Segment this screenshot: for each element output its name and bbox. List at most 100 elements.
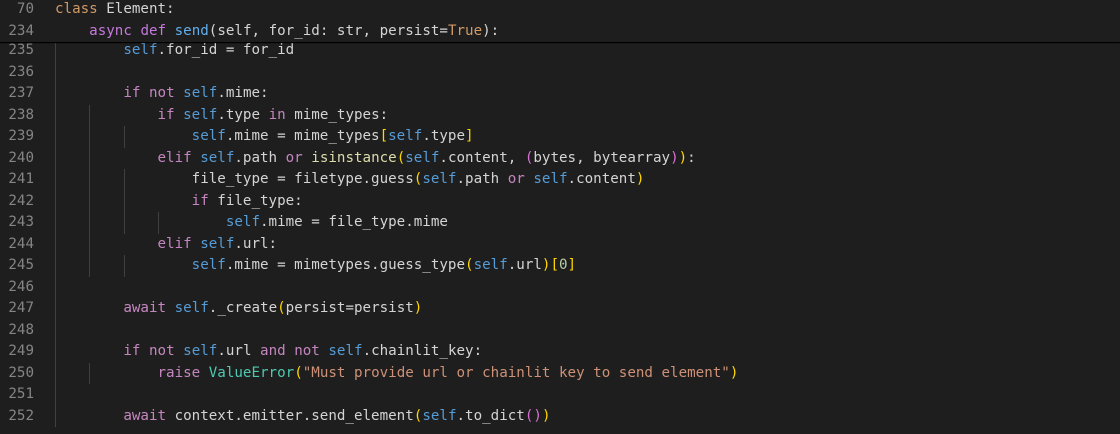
code-token: context.emitter.send_element	[166, 407, 414, 424]
code-token: in	[268, 106, 286, 123]
code-token: def	[140, 22, 167, 39]
code-line[interactable]: 246	[0, 276, 1120, 298]
code-line[interactable]: 245 self.mime = mimetypes.guess_type(sel…	[0, 255, 1120, 277]
code-token: if	[191, 192, 209, 209]
line-number: 244	[8, 235, 34, 252]
code-token: .content	[567, 171, 636, 187]
code-token: .chainlit_key:	[362, 343, 483, 359]
code-token: not	[294, 343, 320, 359]
sticky-scroll-header[interactable]: 70 class Element: 234 async def send(self,…	[0, 0, 1120, 43]
code-token: self	[200, 235, 235, 252]
code-token: self	[183, 343, 218, 359]
code-token: .mime = mimetypes.guess_type	[225, 257, 466, 273]
code-token: raise	[157, 364, 201, 381]
code-token: 0	[559, 257, 568, 273]
code-token: self	[473, 257, 508, 273]
code-token: [	[550, 257, 559, 273]
line-number: 239	[8, 128, 34, 144]
code-token: self	[191, 128, 226, 144]
code-text: if not self.mime:	[55, 83, 269, 105]
code-token: )	[678, 149, 688, 166]
line-number: 248	[8, 321, 34, 338]
code-line[interactable]: 249 if not self.url and not self.chainli…	[0, 341, 1120, 363]
code-token: ValueError	[208, 364, 295, 381]
code-line[interactable]: 248	[0, 319, 1120, 341]
code-token: await	[123, 407, 167, 424]
code-token: self	[405, 149, 440, 166]
code-token: mime_types:	[285, 106, 389, 123]
code-token: .to_dict	[456, 407, 525, 424]
code-token: self	[200, 149, 235, 166]
code-line[interactable]: 244 elif self.url:	[0, 233, 1120, 256]
code-token: .type	[422, 128, 466, 144]
code-token: (self, for_id: str, persist=	[208, 22, 448, 39]
code-text: if self.type in mime_types:	[55, 105, 389, 127]
code-token: not	[148, 85, 175, 101]
code-line[interactable]: 238 if self.type in mime_types:	[0, 104, 1120, 127]
code-token: self	[174, 300, 209, 316]
code-line[interactable]: 242 if file_type:	[0, 190, 1120, 213]
code-editor[interactable]: 70 class Element: 234 async def send(self,…	[0, 0, 1120, 434]
line-number: 249	[8, 343, 34, 359]
code-line[interactable]: 250 raise ValueError("Must provide url o…	[0, 362, 1120, 384]
code-line[interactable]: 251	[0, 384, 1120, 406]
code-token: .content,	[439, 149, 525, 166]
code-token: )	[670, 149, 679, 166]
code-line[interactable]: 239 self.mime = mime_types[self.type]	[0, 126, 1120, 148]
code-token: (	[396, 149, 406, 166]
indent-guide	[55, 319, 56, 341]
code-text: elif self.url:	[55, 234, 278, 256]
code-token: "Must provide url or chainlit key to sen…	[302, 364, 730, 381]
code-token: if	[123, 343, 141, 359]
sticky-line[interactable]: 70 class Element:	[0, 0, 1120, 21]
line-number: 247	[8, 300, 34, 316]
code-line[interactable]: 252 await context.emitter.send_element(s…	[0, 405, 1120, 428]
line-number: 246	[8, 278, 34, 295]
line-number: 240	[8, 149, 34, 166]
code-token: self	[225, 214, 261, 230]
sticky-line[interactable]: 234 async def send(self, for_id: str, pe…	[0, 21, 1120, 43]
code-token: ._create	[208, 300, 278, 316]
code-token: .mime:	[217, 85, 269, 101]
code-text: file_type = filetype.guess(self.path or …	[55, 169, 645, 191]
code-token: .mime = mime_types	[225, 128, 380, 144]
line-number: 237	[8, 85, 34, 101]
code-token: .url:	[234, 235, 278, 252]
code-token: Element:	[97, 1, 175, 17]
code-text: if not self.url and not self.chainlit_ke…	[55, 341, 482, 363]
code-token: self	[533, 171, 568, 187]
code-token: )	[541, 407, 551, 424]
code-text: self.mime = file_type.mime	[55, 212, 448, 234]
code-token: file_type:	[208, 192, 303, 209]
code-token: .path	[456, 171, 508, 187]
code-line[interactable]: 236	[0, 61, 1120, 83]
code-text: self.mime = mimetypes.guess_type(self.ur…	[55, 255, 576, 277]
code-token: if	[123, 85, 141, 101]
code-line[interactable]: 235 self.for_id = for_id	[0, 40, 1120, 62]
code-token: file_type = filetype.guess	[191, 171, 414, 187]
code-token: .mime = file_type.mime	[260, 214, 448, 230]
code-line[interactable]: 240 elif self.path or isinstance(self.co…	[0, 147, 1120, 169]
code-token: )	[635, 171, 645, 187]
code-text: if file_type:	[55, 191, 303, 213]
code-line[interactable]: 241 file_type = filetype.guess(self.path…	[0, 169, 1120, 191]
code-line[interactable]: 237 if not self.mime:	[0, 83, 1120, 105]
code-line[interactable]: 247 await self._create(persist=persist)	[0, 298, 1120, 320]
code-text: await context.emitter.send_element(self.…	[55, 406, 550, 428]
line-number: 243	[8, 214, 34, 230]
line-number: 242	[8, 192, 34, 209]
line-number: 234	[8, 22, 34, 39]
code-text: await self._create(persist=persist)	[55, 298, 422, 320]
code-line[interactable]: 243 self.mime = file_type.mime	[0, 212, 1120, 234]
